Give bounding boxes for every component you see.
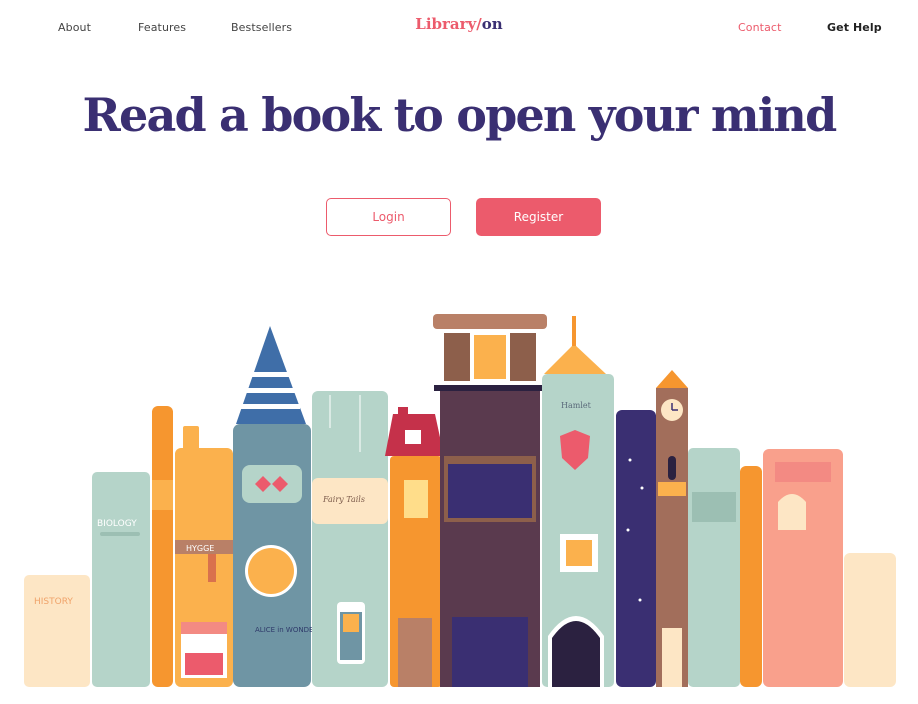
book-biology-label: BIOLOGY bbox=[97, 519, 137, 529]
book-fairy-label: Fairy Tails bbox=[322, 495, 365, 504]
book-hamlet: Hamlet bbox=[542, 316, 614, 687]
book-salmon bbox=[763, 449, 843, 687]
book-history: HISTORY bbox=[24, 575, 90, 687]
login-button[interactable]: Login bbox=[326, 198, 451, 236]
book-starry bbox=[616, 410, 656, 687]
hero-title: Read a book to open your mind bbox=[82, 88, 838, 142]
book-green bbox=[688, 448, 740, 687]
book-thin-orange bbox=[152, 406, 173, 687]
book-fairy-tales: Fairy Tails bbox=[312, 391, 388, 687]
book-hygge-label: HYGGE bbox=[186, 544, 214, 553]
logo-link[interactable]: Library/on bbox=[415, 15, 502, 33]
register-button[interactable]: Register bbox=[476, 198, 601, 236]
book-clock-tower bbox=[656, 370, 688, 687]
nav-contact[interactable]: Contact bbox=[738, 21, 782, 34]
book-cream bbox=[844, 553, 896, 687]
nav-about[interactable]: About bbox=[58, 21, 91, 34]
bookshelf-illustration: HISTORY BIOLOGY HYGGE ALICE in WONDERLAN… bbox=[24, 314, 896, 687]
book-red-house bbox=[385, 407, 444, 687]
book-dark-tower bbox=[433, 314, 547, 687]
nav-features[interactable]: Features bbox=[138, 21, 186, 34]
nav-get-help[interactable]: Get Help bbox=[827, 21, 882, 34]
logo-text-on: on bbox=[481, 15, 503, 33]
book-hygge: HYGGE bbox=[175, 426, 233, 687]
book-history-label: HISTORY bbox=[34, 597, 73, 607]
book-hamlet-label: Hamlet bbox=[561, 401, 592, 410]
book-thin-orange-2 bbox=[740, 466, 762, 687]
logo-text-library: Library bbox=[415, 15, 477, 33]
nav-bestsellers[interactable]: Bestsellers bbox=[231, 21, 292, 34]
book-biology: BIOLOGY bbox=[92, 472, 150, 687]
